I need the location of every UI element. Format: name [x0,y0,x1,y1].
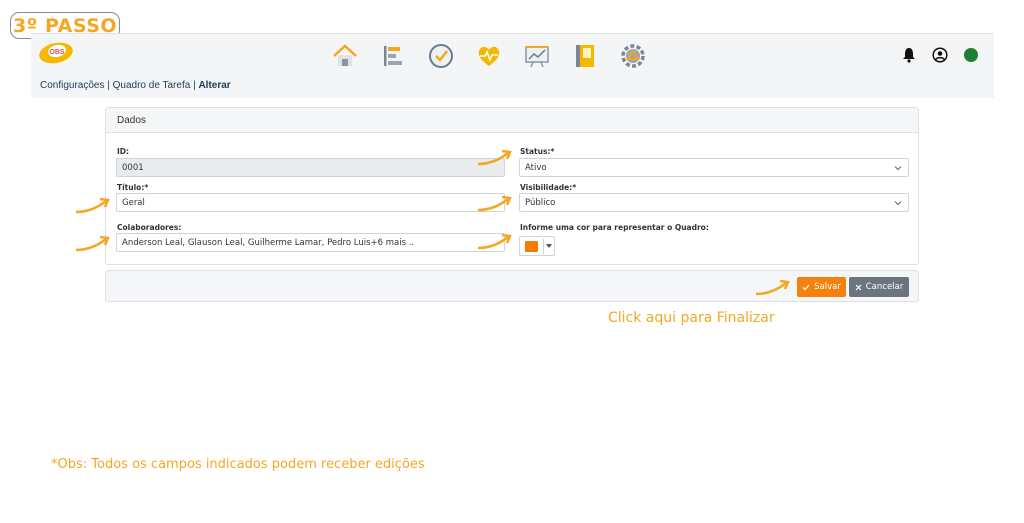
task-board-icon[interactable] [378,42,407,71]
pointer-arrow-icon [477,195,512,212]
breadcrumb-quadro-de-tarefa[interactable]: Quadro de Tarefa [113,80,191,91]
pointer-arrow-icon [75,235,110,252]
pointer-arrow-icon [75,197,110,214]
color-picker-divider [543,239,544,254]
cor-label: Informe uma cor para representar o Quadr… [520,223,709,232]
pointer-arrow-icon [477,233,512,250]
breadcrumb: Configurações | Quadro de Tarefa | Alter… [31,77,994,98]
color-picker[interactable] [519,236,555,256]
caret-down-icon[interactable] [546,244,552,248]
close-icon [855,284,862,290]
user-tools [900,46,980,64]
breadcrumb-current: Alterar [198,80,231,91]
chart-board-icon[interactable] [522,42,551,71]
obs-note: *Obs: Todos os campos indicados podem re… [51,457,425,472]
notebook-icon[interactable] [570,42,599,71]
user-circle-icon[interactable] [931,46,949,64]
status-select[interactable]: Ativo [519,158,909,177]
status-label: Status:* [520,147,555,156]
app-logo[interactable]: OBS [37,40,75,66]
titulo-label: Título:* [117,183,149,192]
check-icon [802,284,810,290]
breadcrumb-separator: | [104,80,113,91]
colaboradores-field[interactable]: Anderson Leal, Glauson Leal, Guilherme L… [116,233,505,252]
color-swatch [525,241,538,252]
titulo-field[interactable]: Geral [116,193,505,212]
check-circle-icon[interactable] [426,42,455,71]
visibilidade-selected-value: Público [525,198,556,208]
save-button[interactable]: Salvar [797,277,846,297]
status-selected-value: Ativo [525,163,547,173]
chevron-down-icon [894,201,902,206]
status-dot-icon [962,46,980,64]
visibilidade-label: Visibilidade:* [520,183,577,192]
save-button-label: Salvar [814,282,841,292]
breadcrumb-configuracoes[interactable]: Configurações [40,80,104,91]
bell-icon[interactable] [900,46,918,64]
pointer-arrow-icon [477,149,512,166]
colaboradores-label: Colaboradores: [117,223,182,232]
card-title: Dados [106,108,918,133]
settings-gear-icon[interactable] [618,42,647,71]
visibilidade-select[interactable]: Público [519,193,909,212]
main-nav-icons [330,41,647,71]
heart-pulse-icon[interactable] [474,42,503,71]
form-actions-bar: Salvar Cancelar [105,270,919,302]
chevron-down-icon [894,166,902,171]
top-navbar: OBS [31,33,994,77]
svg-text:OBS: OBS [49,49,65,56]
finalize-hint: Click aqui para Finalizar [608,310,775,326]
pointer-arrow-icon [755,279,790,296]
cancel-button[interactable]: Cancelar [849,277,909,297]
home-icon[interactable] [330,42,359,71]
id-field: 0001 [116,158,505,177]
cancel-button-label: Cancelar [865,282,904,292]
id-label: ID: [117,147,130,156]
